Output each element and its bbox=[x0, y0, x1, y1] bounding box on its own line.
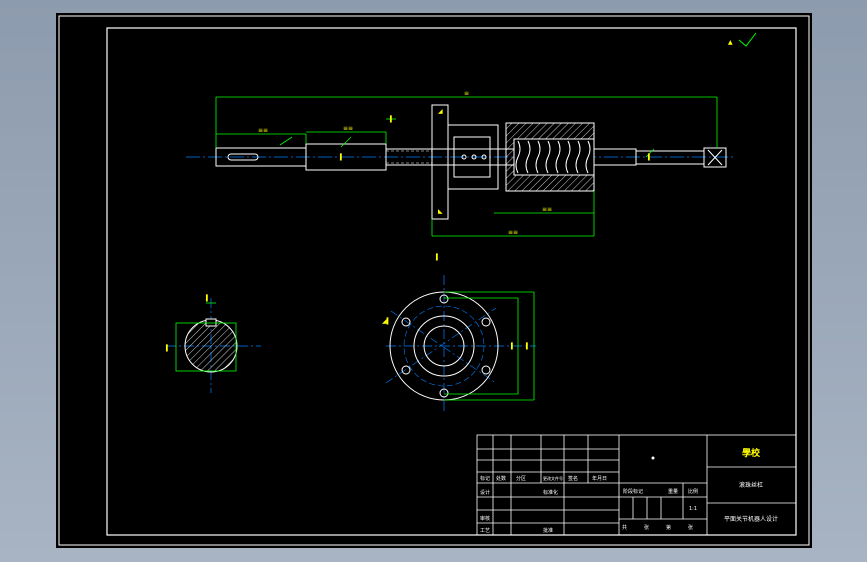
outer-frame bbox=[58, 15, 810, 546]
section-hatch bbox=[184, 319, 238, 373]
bolt-hole bbox=[401, 365, 411, 375]
row-label: 年月日 bbox=[592, 475, 607, 482]
row-label: 处数 bbox=[496, 475, 506, 482]
section-keyway bbox=[205, 318, 217, 327]
svg-text:▍: ▍ bbox=[205, 294, 211, 302]
svg-text:◢▍: ◢▍ bbox=[382, 317, 391, 325]
bolt-hole bbox=[481, 317, 491, 327]
ball-screw-main-view bbox=[186, 104, 736, 220]
role-label: 标准化 bbox=[543, 489, 558, 496]
svg-text:▍: ▍ bbox=[165, 344, 171, 352]
nut-flange bbox=[431, 104, 449, 220]
stage-label: 重量 bbox=[668, 488, 678, 495]
svg-text:≡: ≡ bbox=[464, 90, 469, 97]
svg-text:▍: ▍ bbox=[525, 342, 531, 350]
sheet-label: 第 bbox=[666, 524, 671, 531]
svg-text:◣: ◣ bbox=[438, 208, 443, 215]
svg-text:▍: ▍ bbox=[339, 153, 345, 161]
svg-text:≡≡: ≡≡ bbox=[508, 229, 518, 236]
title-block-mark bbox=[651, 456, 655, 460]
row-label: 签名 bbox=[568, 475, 578, 482]
svg-text:▲: ▲ bbox=[728, 39, 733, 46]
project-name: 平面关节机器人设计 bbox=[724, 515, 778, 523]
surface-finish-symbol: ▲ bbox=[728, 32, 757, 47]
bolt-hole bbox=[481, 365, 491, 375]
shaft-section-view: ▍ ▍ bbox=[165, 294, 261, 393]
bolt-hole bbox=[401, 317, 411, 327]
svg-text:▍: ▍ bbox=[389, 115, 395, 123]
svg-text:▍: ▍ bbox=[435, 253, 441, 261]
svg-text:≡≡: ≡≡ bbox=[542, 206, 552, 213]
company-name: 學校 bbox=[742, 447, 761, 459]
role-label: 审核 bbox=[480, 515, 490, 522]
svg-text:◢: ◢ bbox=[438, 108, 443, 115]
sheet-label: 共 bbox=[622, 524, 627, 531]
svg-text:▍: ▍ bbox=[510, 342, 516, 350]
sheet-label: 张 bbox=[644, 524, 649, 531]
row-label: 标记 bbox=[480, 475, 490, 482]
right-journal bbox=[635, 150, 705, 165]
row-label: 分区 bbox=[516, 475, 526, 482]
svg-text:≡≡: ≡≡ bbox=[343, 125, 353, 132]
role-label: 设计 bbox=[480, 489, 490, 496]
svg-text:▍: ▍ bbox=[647, 153, 653, 161]
stage-label: 阶段标记 bbox=[623, 488, 643, 495]
row-label: 更改文件号 bbox=[543, 475, 563, 481]
flange-end-view: ▍ ▍ ◢▍ bbox=[382, 275, 536, 413]
inner-frame bbox=[106, 27, 797, 536]
drawing-name: 滚珠丝杠 bbox=[739, 481, 763, 489]
stage-label: 比例 bbox=[688, 488, 698, 495]
role-label: 批准 bbox=[543, 527, 553, 534]
sheet-label: 张 bbox=[688, 524, 693, 531]
cad-drawing: ▲ ≡ ≡≡ ≡≡ ≡≡ ≡≡ ▍ ▍ ▍ ◣ ◢ ▍ ▍ ▍ ▍ ▍ ◢▍ 學… bbox=[58, 15, 810, 546]
drawing-sheet: ▲ ≡ ≡≡ ≡≡ ≡≡ ≡≡ ▍ ▍ ▍ ◣ ◢ ▍ ▍ ▍ ▍ ▍ ◢▍ 學… bbox=[56, 13, 812, 548]
role-label: 工艺 bbox=[480, 528, 490, 534]
svg-text:≡≡: ≡≡ bbox=[258, 127, 268, 134]
scale-value: 1:1 bbox=[689, 506, 697, 512]
